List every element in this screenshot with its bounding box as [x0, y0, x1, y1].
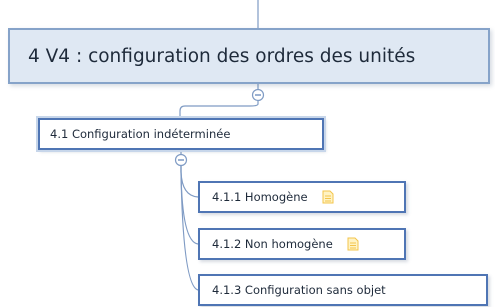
connector-to-sans-objet [180, 165, 199, 291]
subtopic-node-configuration-sans-objet[interactable]: 4.1.3 Configuration sans objet [198, 274, 488, 306]
connector-to-homogene [180, 165, 199, 198]
level1-collapse-toggle[interactable] [174, 153, 188, 167]
note-icon[interactable] [347, 237, 359, 251]
root-collapse-toggle[interactable] [251, 88, 265, 102]
subtopic-node-configuration-indeterminee[interactable]: 4.1 Configuration indéterminée [36, 116, 326, 152]
subtopic-label: 4.1.3 Configuration sans objet [212, 283, 386, 297]
note-icon[interactable] [322, 190, 334, 204]
root-topic-node[interactable]: 4 V4 : configuration des ordres des unit… [8, 28, 490, 84]
subtopic-label: 4.1 Configuration indéterminée [50, 127, 231, 141]
root-to-level1-connector [179, 100, 259, 118]
subtopic-label: 4.1.2 Non homogène [212, 237, 333, 251]
subtopic-node-non-homogene[interactable]: 4.1.2 Non homogène [198, 228, 406, 260]
root-topic-label: 4 V4 : configuration des ordres des unit… [28, 45, 416, 67]
subtopic-label: 4.1.1 Homogène [212, 190, 308, 204]
subtopic-node-homogene[interactable]: 4.1.1 Homogène [198, 181, 406, 213]
